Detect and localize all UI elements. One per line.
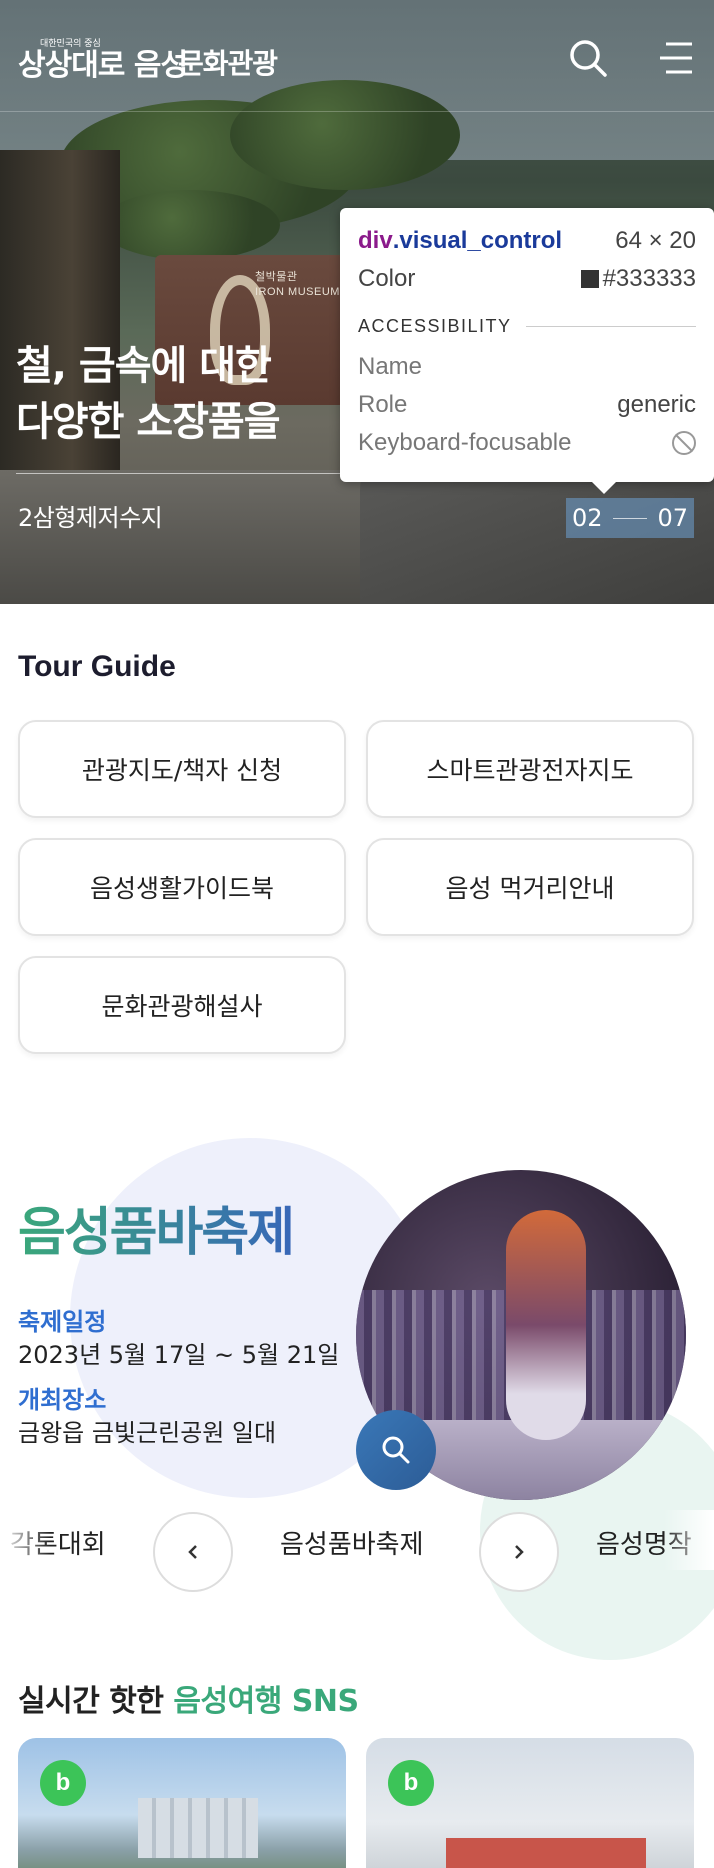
festival-schedule-value: 2023년 5월 17일 ~ 5월 21일 <box>18 1341 340 1369</box>
hero-title-line: 철, 금속에 대한 <box>16 343 272 389</box>
hero-title: 철, 금속에 대한 다양한 소장품을 <box>16 338 356 450</box>
hero-divider <box>16 473 346 474</box>
photo-dancer <box>506 1210 586 1440</box>
festival-venue-label: 개최장소 <box>18 1386 107 1414</box>
tour-guide-title: Tour Guide <box>18 650 176 683</box>
hero-place-name: 2삼형제저수지 <box>18 504 163 532</box>
sns-title: 실시간 핫한 음성여행 SNS <box>18 1676 359 1720</box>
sns-title-accent: 음성여행 SNS <box>173 1684 359 1719</box>
tooltip-header: div.visual_control 64 × 20 <box>358 222 696 260</box>
tooltip-focus-row: Keyboard-focusable <box>358 424 696 462</box>
inspector-tooltip: div.visual_control 64 × 20 Color #333333… <box>340 208 714 494</box>
slide-progress-line <box>613 517 647 519</box>
carousel-fade-right <box>664 1510 714 1570</box>
carousel-fade-left <box>0 1510 50 1570</box>
site-logo-subtitle[interactable]: 문화관광 <box>178 42 278 82</box>
chevron-left-icon <box>188 1545 197 1559</box>
tooltip-focus-label: Keyboard-focusable <box>358 429 572 456</box>
tooltip-size: 64 × 20 <box>615 227 696 254</box>
tooltip-name-row: Name <box>358 348 696 386</box>
sns-card[interactable]: b <box>366 1738 694 1868</box>
tooltip-role-label: Role <box>358 391 408 418</box>
visual-control[interactable]: 02 07 <box>566 498 694 538</box>
guide-button-living-guide[interactable]: 음성생활가이드북 <box>18 838 346 936</box>
guide-button-food-guide[interactable]: 음성 먹거리안내 <box>366 838 694 936</box>
search-button[interactable] <box>566 36 610 80</box>
slide-total: 07 <box>657 504 688 532</box>
not-focusable-icon <box>672 431 696 455</box>
blog-icon: b <box>388 1760 434 1806</box>
hero-trunk <box>0 150 120 510</box>
guide-button-map-request[interactable]: 관광지도/책자 신청 <box>18 720 346 818</box>
tooltip-color-value: #333333 <box>580 265 696 293</box>
hero-title-line: 다양한 소장품을 <box>16 399 281 445</box>
tooltip-role-row: Role generic <box>358 386 696 424</box>
sns-title-plain: 실시간 핫한 <box>18 1684 174 1719</box>
site-logo[interactable]: 상상대로 음성 <box>18 40 188 84</box>
tooltip-tag: div <box>358 227 393 254</box>
festival-schedule-label: 축제일정 <box>18 1308 107 1336</box>
menu-button[interactable] <box>656 38 696 78</box>
carousel-item-current[interactable]: 음성품바축제 <box>280 1524 424 1561</box>
festival-search-button[interactable] <box>356 1410 436 1490</box>
tooltip-role-value: generic <box>617 391 696 418</box>
search-icon <box>382 1436 410 1464</box>
search-icon <box>570 40 607 77</box>
sns-card[interactable]: b <box>18 1738 346 1868</box>
tooltip-color-row: Color #333333 <box>358 260 696 298</box>
chevron-right-icon <box>515 1545 524 1559</box>
card-roof <box>446 1838 646 1868</box>
card-buildings <box>138 1798 258 1858</box>
guide-button-tour-interpreter[interactable]: 문화관광해설사 <box>18 956 346 1054</box>
tooltip-name-label: Name <box>358 353 423 380</box>
festival-venue-value: 금왕읍 금빛근린공원 일대 <box>18 1419 277 1447</box>
carousel-next-button[interactable] <box>479 1512 559 1592</box>
site-header: 대한민국의 중심 상상대로 음성 문화관광 <box>0 0 714 112</box>
hero-tree <box>100 190 280 260</box>
museum-sign-english: IRON MUSEUM <box>255 286 340 298</box>
slide-current: 02 <box>572 504 603 532</box>
blog-icon: b <box>40 1760 86 1806</box>
tooltip-selector: div.visual_control <box>358 227 562 255</box>
menu-icon <box>660 42 692 74</box>
tooltip-class: .visual_control <box>392 227 563 254</box>
tooltip-color-text: #333333 <box>602 265 696 292</box>
color-swatch-icon <box>580 270 599 288</box>
guide-button-smart-map[interactable]: 스마트관광전자지도 <box>366 720 694 818</box>
page: 철박물관 IRON MUSEUM 대한민국의 중심 상상대로 음성 문화관광 철… <box>0 0 714 1868</box>
museum-sign-text: 철박물관 IRON MUSEUM <box>255 270 340 300</box>
tooltip-color-label: Color <box>358 265 416 292</box>
museum-sign-korean: 철박물관 <box>255 271 298 283</box>
festival-title: 음성품바축제 <box>18 1190 295 1265</box>
carousel-prev-button[interactable] <box>153 1512 233 1592</box>
tooltip-section-accessibility: ACCESSIBILITY <box>358 304 696 348</box>
